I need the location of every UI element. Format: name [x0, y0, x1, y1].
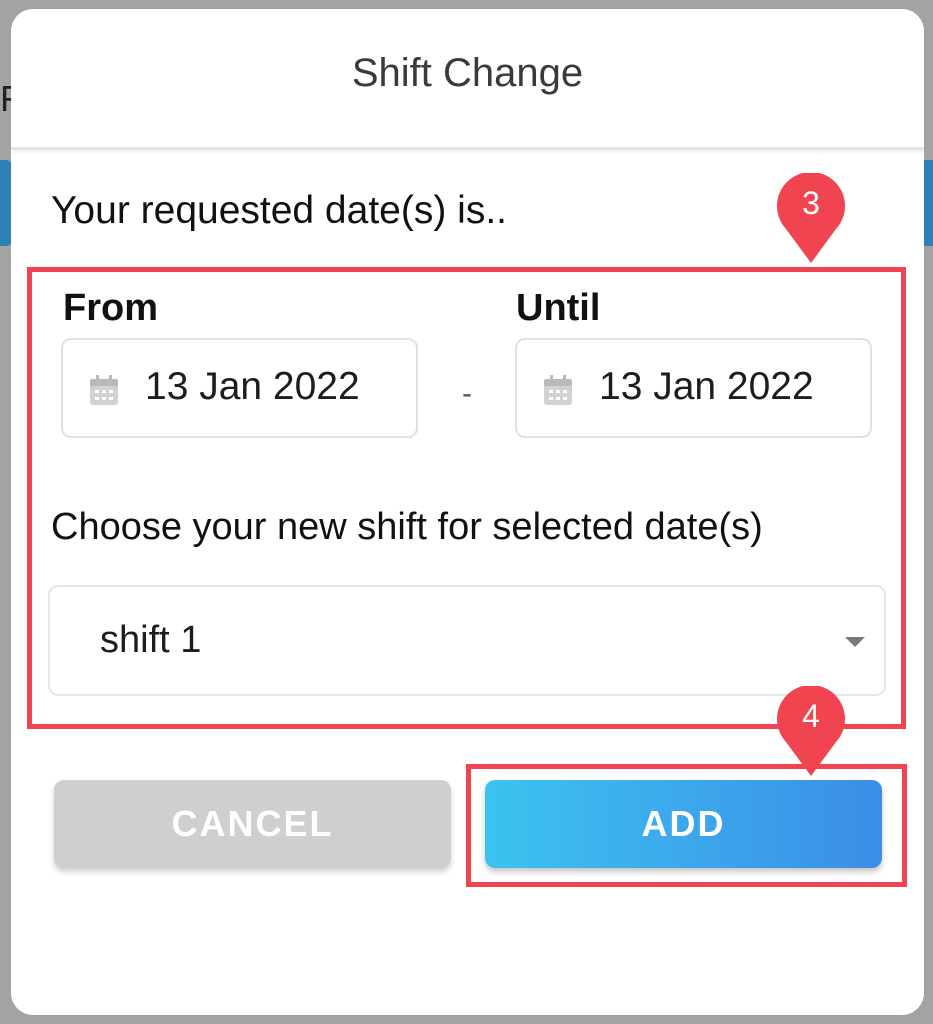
- annotation-number-3: 3: [802, 185, 820, 221]
- annotation-marker-4: 4: [776, 684, 846, 778]
- requested-dates-label: Your requested date(s) is..: [51, 189, 507, 232]
- dialog-header: Shift Change: [11, 9, 924, 150]
- annotation-marker-3: 3: [776, 171, 846, 265]
- annotation-number-4: 4: [802, 698, 820, 734]
- annotation-highlight-add: [466, 764, 907, 887]
- background-button-fragment-right: [923, 160, 933, 246]
- dialog-title: Shift Change: [351, 51, 584, 95]
- annotation-highlight-fields: [27, 267, 906, 729]
- cancel-button[interactable]: CANCEL: [54, 780, 451, 868]
